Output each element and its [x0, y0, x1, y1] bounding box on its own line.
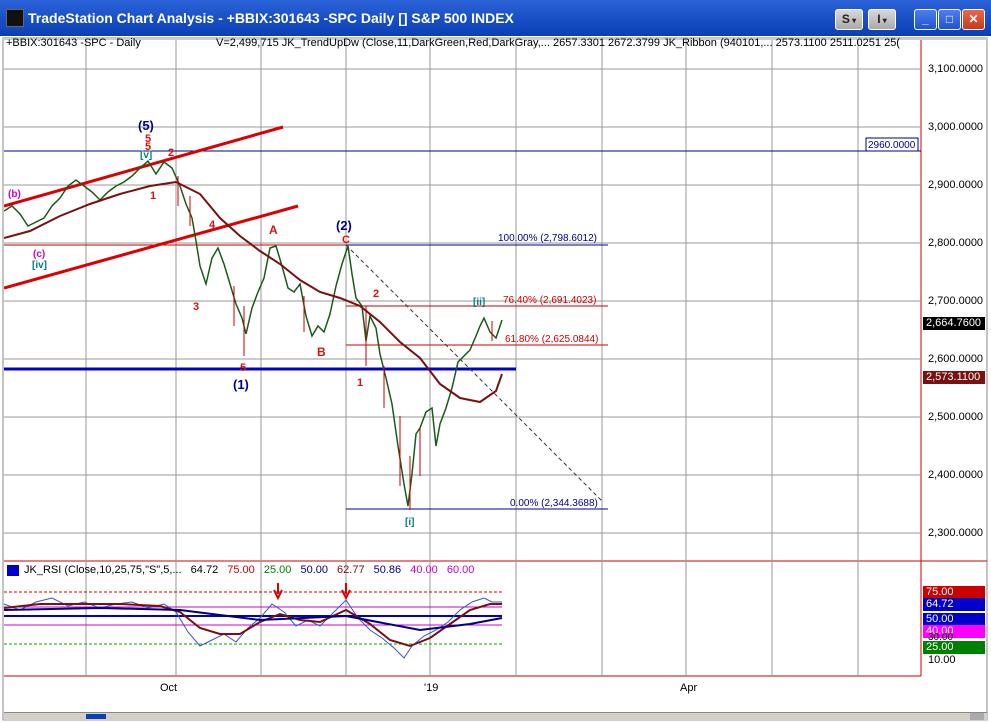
time-label-2019: '19 — [424, 682, 439, 694]
wave-C: C — [342, 234, 350, 246]
fib-618-label: 61.80% (2,625.0844) — [505, 334, 598, 345]
fib-100-label: 100.00% (2,798.6012) — [498, 233, 597, 244]
wave-2-small: 2 — [168, 147, 174, 159]
wave-3: 3 — [193, 301, 199, 313]
wave-v: [v] — [140, 150, 152, 161]
wave-5-low: 5 — [240, 362, 246, 374]
rsi-value: 50.00 — [300, 564, 328, 576]
channel-upper[interactable] — [4, 125, 284, 208]
minimize-icon: _ — [922, 12, 929, 26]
rsi-name: JK_RSI (Close,10,25,75,"S",5,... — [24, 564, 182, 576]
symbol-label: +BBIX:301643 -SPC - Daily — [6, 37, 141, 49]
chart-window: (5) 5 5 [v] 2 1 (b) (c) [iv] 4 3 5 (1) A… — [0, 36, 991, 723]
price-tick: 2,400.0000 — [928, 469, 984, 481]
wave-1-primary: (1) — [233, 377, 249, 392]
rsi-tick: 10.00 — [928, 654, 956, 666]
rsi-value: 64.72 — [190, 564, 219, 576]
s-button-label: S — [841, 12, 850, 26]
wave-c-paren: (c) — [33, 249, 45, 260]
indicator-readout: V=2,499,715 JK_TrendUpDw (Close,11,DarkG… — [216, 37, 900, 49]
scroll-end-button[interactable] — [970, 713, 984, 720]
rsi-value: 75.00 — [227, 564, 255, 576]
wave-i: [i] — [405, 517, 414, 528]
close-button[interactable]: ✕ — [962, 9, 985, 30]
rsi-value: 25.00 — [263, 564, 292, 576]
wave-1-small: 1 — [150, 190, 156, 202]
time-label-apr: Apr — [680, 682, 698, 694]
rsi-value: 60.00 — [446, 564, 475, 576]
close-icon: ✕ — [968, 12, 979, 26]
rsi-label: JK_RSI (Close,10,25,75,"S",5,... 64.72 7… — [24, 564, 474, 576]
wave-labels: (5) 5 5 [v] 2 1 (b) (c) [iv] 4 3 5 (1) A… — [8, 118, 485, 528]
price-tick: 2,800.0000 — [928, 237, 984, 249]
rsi-value: 40.00 — [410, 564, 438, 576]
price-tick: 3,100.0000 — [928, 63, 984, 75]
scroll-thumb[interactable] — [86, 714, 106, 719]
rsi-value: 62.77 — [337, 564, 365, 576]
s-chevron-icon: ▾ — [849, 16, 857, 25]
rsi-color-swatch — [7, 565, 19, 576]
price-series — [4, 159, 503, 507]
wave-B: B — [317, 345, 326, 359]
arrow-down-icon — [273, 583, 283, 601]
wave-4: 4 — [209, 219, 216, 231]
fib-764-label: 76.40% (2,691.4023) — [503, 295, 596, 306]
wave-2-red: 2 — [373, 288, 379, 300]
s-dropdown-button[interactable]: S ▾ — [835, 9, 863, 30]
rsi-bands — [4, 591, 502, 645]
time-label-oct: Oct — [160, 682, 178, 694]
fib-0-label: 0.00% (2,344.3688) — [510, 498, 598, 509]
price-tick: 2,600.0000 — [928, 353, 984, 365]
rsi-value: 50.86 — [373, 564, 402, 576]
chart-canvas[interactable]: (5) 5 5 [v] 2 1 (b) (c) [iv] 4 3 5 (1) A… — [0, 36, 991, 723]
window-title: TradeStation Chart Analysis - +BBIX:3016… — [28, 10, 514, 26]
app-icon[interactable] — [6, 9, 24, 27]
horizontal-scrollbar[interactable] — [4, 712, 987, 721]
wave-2-primary: (2) — [336, 218, 352, 233]
rsi-current-box: 64.72 — [923, 598, 985, 611]
price-tick: 2,700.0000 — [928, 295, 984, 307]
title-bar: TradeStation Chart Analysis - +BBIX:3016… — [0, 0, 991, 36]
i-dropdown-button[interactable]: I ▾ — [868, 9, 896, 30]
rsi-arrows — [273, 583, 351, 601]
price-tick: 2,300.0000 — [928, 527, 984, 539]
last-price-box: 2,664.7600 — [923, 317, 985, 330]
maximize-icon: □ — [945, 12, 954, 26]
price-tick: 2,900.0000 — [928, 179, 984, 191]
rsi-tick: 30.00 — [928, 632, 954, 643]
ribbon-price-box: 2,573.1100 — [923, 371, 985, 384]
wave-5-primary: (5) — [138, 118, 154, 133]
wave-ii: [ii] — [473, 297, 485, 308]
wave-A: A — [269, 223, 278, 237]
wave-b-paren: (b) — [8, 189, 21, 200]
wave-iv: [iv] — [32, 260, 47, 271]
price-tick: 2,500.0000 — [928, 411, 984, 423]
wave-1-red: 1 — [357, 377, 363, 389]
fib-labels: 100.00% (2,798.6012) 76.40% (2,691.4023)… — [498, 233, 598, 509]
maximize-button[interactable]: □ — [938, 9, 961, 30]
resistance-label: 2960.0000 — [868, 140, 916, 151]
price-tick: 3,000.0000 — [928, 121, 984, 133]
minimize-button[interactable]: _ — [914, 9, 937, 30]
i-chevron-icon: ▾ — [880, 16, 887, 25]
